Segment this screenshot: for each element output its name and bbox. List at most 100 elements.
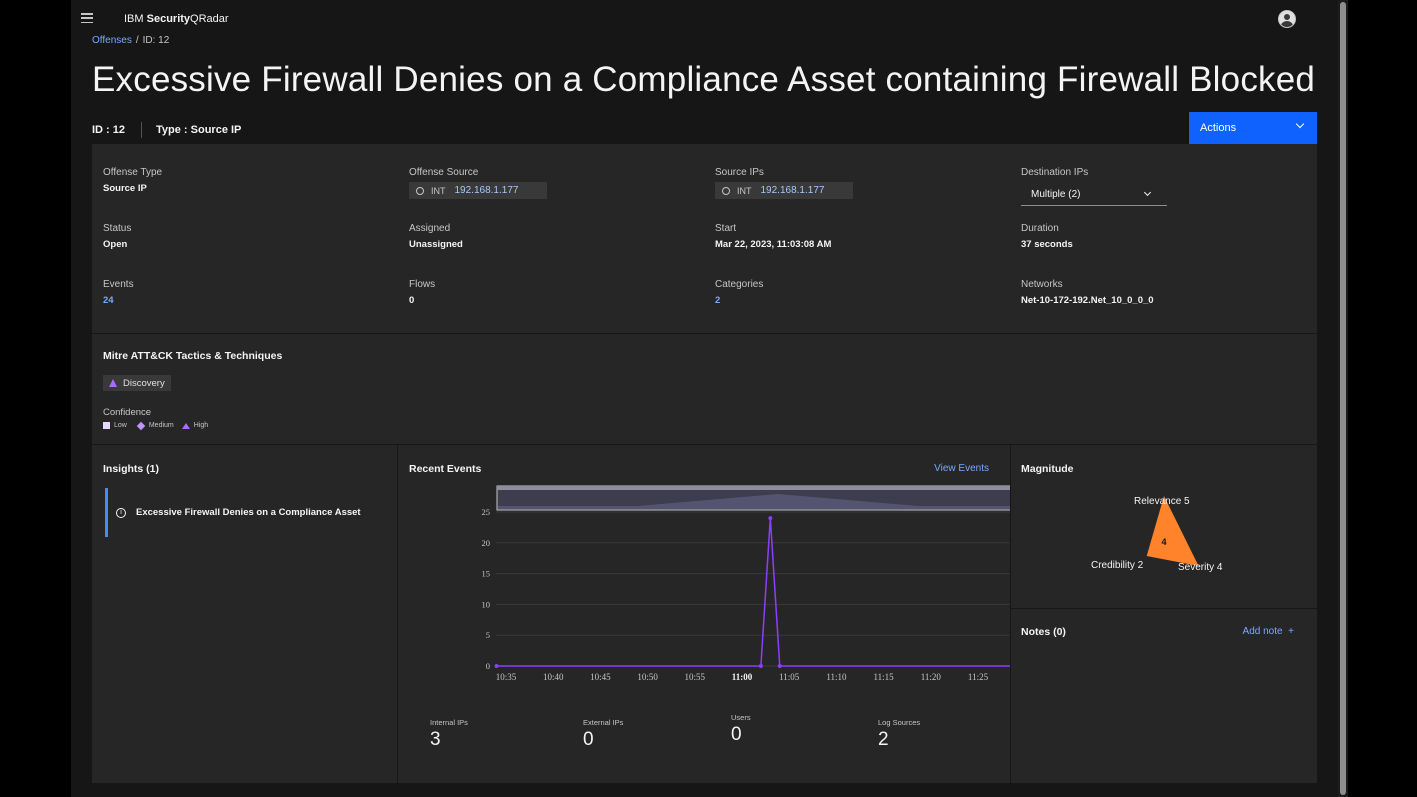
y-tick-label: 0 — [486, 661, 490, 671]
scrollbar-thumb[interactable] — [1340, 2, 1346, 795]
chevron-down-icon — [1295, 119, 1305, 129]
recent-events-panel: Recent Events View Events 0 5 10 15 20 25 10:3… — [398, 445, 1010, 783]
top-navigation-bar: IBM SecurityQRadar — [71, 0, 1338, 36]
ip-address: 192.168.1.177 — [760, 185, 825, 196]
field-label: Networks — [1021, 279, 1063, 290]
navigator-handle-bar — [497, 486, 1010, 490]
product-brand[interactable]: IBM SecurityQRadar — [124, 13, 229, 25]
y-tick-label: 20 — [482, 538, 491, 548]
stat-value: 3 — [430, 729, 441, 750]
add-note-button[interactable]: Add note + — [1243, 626, 1294, 637]
mitre-title: Mitre ATT&CK Tactics & Techniques — [103, 350, 283, 362]
notes-panel: Notes (0) Add note + — [1011, 609, 1317, 783]
field-value: Source IP — [103, 183, 147, 194]
field-value: 37 seconds — [1021, 239, 1073, 250]
networks-field: Networks Net-10-172-192.Net_10_0_0_0 — [1021, 279, 1154, 306]
field-value: 0 — [409, 295, 415, 306]
events-field: Events 24 — [103, 279, 134, 306]
ip-scope: INT — [737, 185, 752, 196]
field-label: Start — [715, 223, 737, 234]
insights-title: Insights (1) — [103, 463, 160, 475]
ip-scope: INT — [431, 185, 446, 196]
x-tick-label: 11:05 — [779, 672, 800, 682]
page-title: Excessive Firewall Denies on a Complianc… — [92, 60, 1316, 99]
duration-field: Duration 37 seconds — [1021, 223, 1073, 250]
magnitude-value: 4 — [1161, 537, 1166, 547]
insights-panel: Insights (1) i Excessive Firewall Denies… — [92, 445, 397, 783]
user-avatar-icon[interactable] — [1278, 10, 1296, 28]
stat-internal-ips: Internal IPs 3 — [430, 718, 468, 751]
x-tick-label: 11:25 — [968, 672, 989, 682]
y-tick-label: 10 — [482, 599, 491, 609]
triangle-icon — [109, 379, 117, 387]
field-label: Categories — [715, 279, 764, 290]
field-label: Offense Source — [409, 167, 479, 178]
status-field: Status Open — [103, 223, 131, 250]
menu-icon[interactable] — [81, 13, 93, 23]
actions-label: Actions — [1200, 122, 1237, 134]
actions-button[interactable]: Actions — [1189, 112, 1317, 144]
categories-field: Categories 2 — [715, 279, 763, 306]
ip-tag[interactable]: INT 192.168.1.177 — [715, 182, 853, 199]
y-tick-label: 25 — [482, 507, 491, 517]
legend-label: Low — [114, 422, 127, 429]
stat-external-ips: External IPs 0 — [583, 718, 623, 751]
recent-events-chart: 0 5 10 15 20 25 10:35 10:40 10:45 10:50 10:55 11:00… — [482, 485, 1010, 682]
offense-details-panel: Offense Type Source IP Offense Source IN… — [92, 144, 1317, 333]
stat-users: Users 0 — [731, 713, 751, 746]
stat-label: Internal IPs — [430, 718, 468, 727]
legend-label: Medium — [148, 422, 174, 429]
confidence-legend: Low Medium High — [103, 421, 212, 430]
add-note-label: Add note — [1242, 626, 1283, 637]
field-label: Offense Type — [103, 167, 163, 178]
breadcrumb: Offenses / ID: 12 — [92, 35, 169, 46]
stat-value: 0 — [583, 729, 594, 750]
stat-label: Users — [731, 713, 751, 722]
offense-type-field: Offense Type Source IP — [103, 167, 162, 194]
legend-high: High — [178, 422, 208, 429]
x-tick-label: 10:45 — [590, 672, 611, 682]
field-label: Assigned — [409, 223, 451, 234]
x-tick-label: 10:40 — [543, 672, 564, 682]
square-icon — [103, 422, 110, 429]
insight-label: Excessive Firewall Denies on a Complianc… — [136, 507, 361, 518]
data-point — [768, 516, 773, 521]
stat-label: External IPs — [583, 718, 624, 727]
field-value: Unassigned — [409, 239, 463, 250]
destination-ips-field: Destination IPs Multiple (2) — [1021, 167, 1167, 206]
destination-ips-dropdown[interactable]: Multiple (2) — [1021, 184, 1167, 206]
start-field: Start Mar 22, 2023, 11:03:08 AM — [715, 223, 831, 250]
field-label: Destination IPs — [1021, 167, 1089, 178]
source-ips-field: Source IPs INT 192.168.1.177 — [715, 167, 853, 199]
stat-value: 2 — [878, 729, 889, 750]
y-tick-label: 15 — [482, 569, 491, 579]
notes-title: Notes (0) — [1021, 626, 1066, 638]
x-tick-label: 11:00 — [732, 672, 753, 682]
x-tick-label: 10:50 — [637, 672, 658, 682]
mitre-tactic-tag[interactable]: Discovery — [103, 375, 171, 391]
insight-item[interactable]: i Excessive Firewall Denies on a Complia… — [105, 488, 385, 537]
categories-count-link[interactable]: 2 — [715, 295, 763, 306]
page-scrollbar[interactable] — [1338, 0, 1348, 797]
field-value: Open — [103, 239, 128, 250]
breadcrumb-offenses-link[interactable]: Offenses — [92, 35, 132, 46]
assigned-field: Assigned Unassigned — [409, 223, 463, 250]
field-label: Duration — [1021, 223, 1059, 234]
y-tick-label: 5 — [486, 630, 490, 640]
field-value: Net-10-172-192.Net_10_0_0_0 — [1021, 295, 1154, 306]
brand-prefix: IBM — [124, 13, 144, 25]
x-tick-label: 10:35 — [496, 672, 517, 682]
legend-medium: Medium — [131, 421, 174, 430]
events-count-link[interactable]: 24 — [103, 295, 134, 306]
offense-type: Type : Source IP — [156, 124, 242, 136]
field-label: Source IPs — [715, 167, 764, 178]
field-label: Status — [103, 223, 132, 234]
ip-tag[interactable]: INT 192.168.1.177 — [409, 182, 547, 199]
info-icon: i — [116, 507, 126, 518]
legend-low: Low — [103, 422, 127, 429]
series-line — [496, 518, 1010, 667]
field-value: Mar 22, 2023, 11:03:08 AM — [715, 239, 832, 250]
x-tick-label: 11:20 — [921, 672, 942, 682]
circle-icon — [416, 186, 424, 195]
relevance-label: Relevance 5 — [1134, 496, 1190, 507]
